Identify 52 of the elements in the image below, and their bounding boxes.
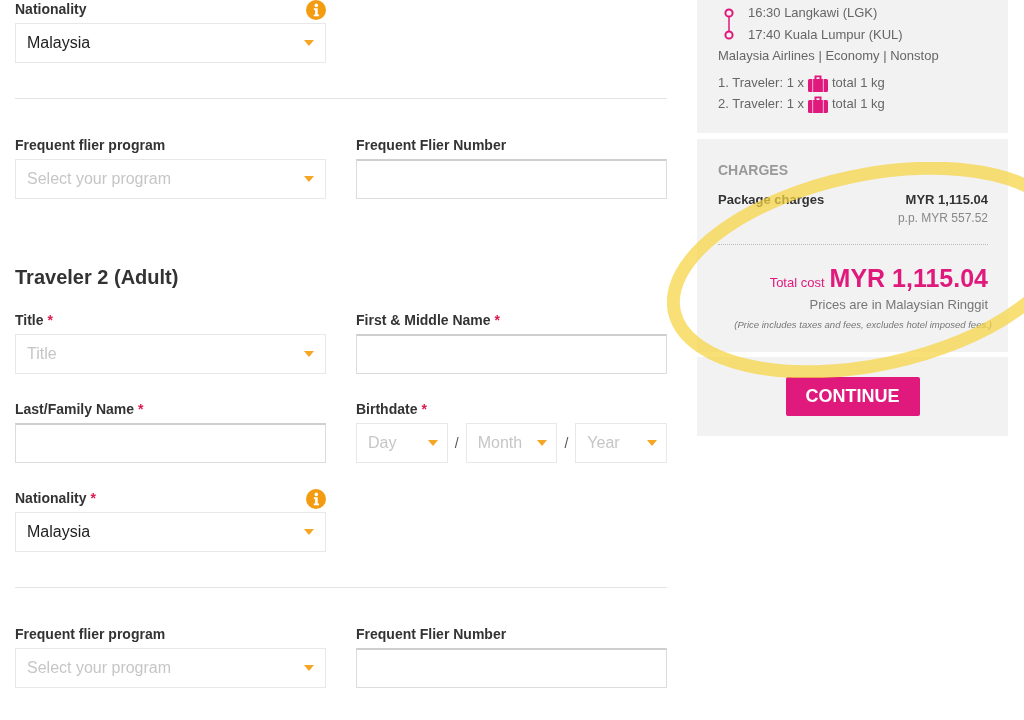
info-icon[interactable] bbox=[306, 488, 326, 509]
field-label: Frequent flier program bbox=[15, 137, 166, 154]
dropdown-field[interactable]: Month bbox=[465, 423, 558, 463]
field-label: First & Middle Name * bbox=[356, 312, 501, 329]
per-person-price: p.p. MYR 557.52 bbox=[897, 210, 988, 226]
departure-text: 16:30 Langkawi (LGK) bbox=[748, 4, 879, 22]
baggage-weight: total 1 kg bbox=[832, 96, 885, 111]
caret-icon bbox=[537, 440, 548, 446]
field-label: Last/Family Name * bbox=[15, 401, 144, 418]
dropdown-field[interactable]: Select your program bbox=[15, 648, 326, 688]
field-label: Title * bbox=[15, 312, 53, 329]
field-label: Nationality * bbox=[15, 490, 97, 507]
input-field[interactable] bbox=[356, 648, 667, 688]
arrival-text: 17:40 Kuala Lumpur (KUL) bbox=[748, 26, 903, 44]
field-label: Nationality bbox=[15, 1, 87, 18]
dropdown-field[interactable]: Malaysia bbox=[15, 512, 326, 552]
caret-icon bbox=[304, 529, 314, 535]
route-icon bbox=[724, 8, 734, 40]
section-title: CHARGES bbox=[718, 161, 789, 179]
dropdown-field[interactable]: Day bbox=[356, 423, 448, 463]
dropdown-field[interactable]: Select your program bbox=[15, 159, 326, 199]
section-heading: Traveler 2 (Adult) bbox=[15, 265, 180, 289]
total-label: Total cost bbox=[769, 275, 825, 290]
caret-icon bbox=[304, 351, 314, 357]
charge-amount: MYR 1,115.04 bbox=[905, 192, 988, 208]
currency-note: Prices are in Malaysian Ringgit bbox=[808, 297, 988, 313]
suitcase-icon bbox=[808, 73, 828, 92]
continue-button[interactable]: CONTINUE bbox=[785, 377, 920, 416]
baggage-count: 2. Traveler: 1 x bbox=[718, 96, 804, 111]
field-label: Frequent Flier Number bbox=[356, 626, 507, 643]
date-separator: / bbox=[453, 435, 460, 451]
input-field[interactable] bbox=[15, 423, 326, 463]
caret-icon bbox=[304, 665, 314, 671]
caret-icon bbox=[427, 440, 438, 446]
baggage-weight: total 1 kg bbox=[832, 75, 885, 90]
field-label: Frequent flier program bbox=[15, 626, 166, 643]
input-field[interactable] bbox=[356, 159, 667, 199]
suitcase-icon bbox=[808, 94, 828, 113]
input-field[interactable] bbox=[356, 334, 667, 374]
field-label: Birthdate * bbox=[356, 401, 427, 418]
dropdown-field[interactable]: Malaysia bbox=[15, 23, 326, 63]
total-amount: MYR 1,115.04 bbox=[829, 263, 988, 293]
dropdown-field[interactable]: Year bbox=[575, 423, 667, 463]
date-separator: / bbox=[563, 435, 570, 451]
dropdown-field[interactable]: Title bbox=[15, 334, 326, 374]
info-icon[interactable] bbox=[306, 0, 326, 20]
field-label: Frequent Flier Number bbox=[356, 137, 507, 154]
caret-icon bbox=[304, 40, 314, 46]
baggage-count: 1. Traveler: 1 x bbox=[718, 75, 804, 90]
caret-icon bbox=[304, 176, 314, 182]
flight-details: Malaysia Airlines | Economy | Nonstop bbox=[718, 47, 940, 65]
caret-icon bbox=[647, 440, 657, 446]
